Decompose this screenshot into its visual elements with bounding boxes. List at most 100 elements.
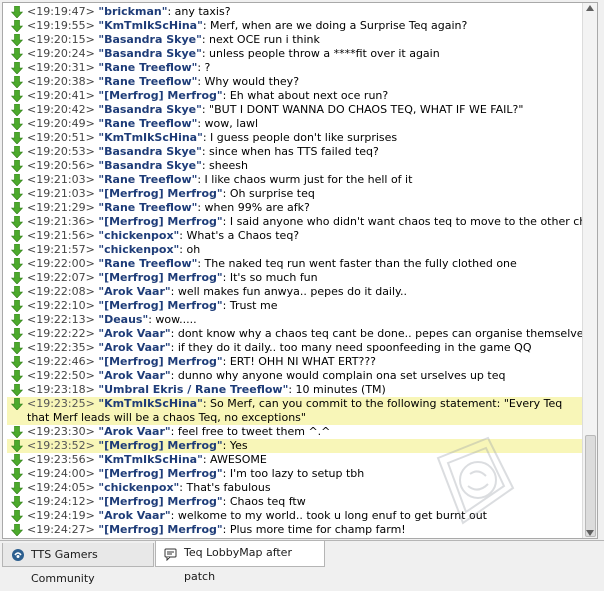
chat-message: <19:21:29> "Rane Treeflow": when 99% are… (7, 201, 582, 215)
message-sender[interactable]: "[Merfrog] Merfrog" (98, 215, 222, 228)
message-text: : It's so much fun (222, 271, 318, 284)
message-sender[interactable]: "[Merfrog] Merfrog" (98, 355, 222, 368)
message-sender[interactable]: "Arok Vaar" (98, 285, 170, 298)
message-sender[interactable]: "chickenpox" (98, 243, 179, 256)
message-sender[interactable]: "KmTmIkScHina" (98, 131, 203, 144)
message-sender[interactable]: "Deaus" (98, 313, 148, 326)
chat-message: <19:20:53> "Basandra Skye": since when h… (7, 145, 582, 159)
message-timestamp: <19:24:05> (27, 481, 95, 494)
incoming-message-arrow-icon (11, 468, 23, 480)
message-text: : Plus more time for champ farm! (222, 523, 406, 536)
chat-message: <19:21:03> "Rane Treeflow": I like chaos… (7, 173, 582, 187)
scroll-down-arrow-icon[interactable] (586, 530, 594, 536)
incoming-message-arrow-icon (11, 356, 23, 368)
chat-message: <19:22:35> "Arok Vaar": if they do it da… (7, 341, 582, 355)
message-text: : oh (179, 243, 201, 256)
message-text: : dunno why anyone would complain ona se… (170, 369, 506, 382)
message-sender[interactable]: "Arok Vaar" (98, 509, 170, 522)
message-sender[interactable]: "chickenpox" (98, 481, 179, 494)
message-sender[interactable]: "Basandra Skye" (98, 33, 202, 46)
chat-message: <19:20:24> "Basandra Skye": unless peopl… (7, 47, 582, 61)
chat-message: <19:20:15> "Basandra Skye": next OCE run… (7, 33, 582, 47)
message-text: : any taxis? (167, 5, 231, 18)
message-timestamp: <19:22:10> (27, 299, 95, 312)
message-text: : feel free to tweet them ^.^ (170, 425, 331, 438)
message-timestamp: <19:24:12> (27, 495, 95, 508)
message-text: : I said anyone who didn't want chaos te… (222, 215, 582, 228)
message-sender[interactable]: "[Merfrog] Merfrog" (98, 467, 222, 480)
message-text: : next OCE run i think (201, 33, 320, 46)
message-sender[interactable]: "Arok Vaar" (98, 369, 170, 382)
chat-message: <19:21:03> "[Merfrog] Merfrog": Oh surpr… (7, 187, 582, 201)
incoming-message-arrow-icon (11, 398, 23, 410)
message-text: : since when has TTS failed teq? (201, 145, 379, 158)
message-sender[interactable]: "Rane Treeflow" (98, 61, 197, 74)
message-sender[interactable]: "KmTmIkScHina" (98, 453, 203, 466)
message-sender[interactable]: "KmTmIkScHina" (98, 397, 203, 410)
message-sender[interactable]: "Rane Treeflow" (98, 75, 197, 88)
tab-server[interactable]: TTS Gamers Community (2, 543, 154, 585)
message-timestamp: <19:20:49> (27, 117, 95, 130)
message-timestamp: <19:19:47> (27, 5, 95, 18)
message-sender[interactable]: "[Merfrog] Merfrog" (98, 89, 222, 102)
message-sender[interactable]: "KmTmIkScHina" (98, 19, 203, 32)
chat-log-panel[interactable]: <19:19:47> "brickman": any taxis? <19:19:… (2, 2, 598, 539)
message-sender[interactable]: "Rane Treeflow" (98, 257, 197, 270)
message-sender[interactable]: "Arok Vaar" (98, 425, 170, 438)
message-timestamp: <19:21:03> (27, 187, 95, 200)
incoming-message-arrow-icon (11, 524, 23, 536)
message-sender[interactable]: "Rane Treeflow" (98, 173, 197, 186)
message-text: : ? (197, 61, 211, 74)
message-sender[interactable]: "[Merfrog] Merfrog" (98, 495, 222, 508)
message-sender[interactable]: "[Merfrog] Merfrog" (98, 187, 222, 200)
message-sender[interactable]: "[Merfrog] Merfrog" (98, 523, 222, 536)
incoming-message-arrow-icon (11, 496, 23, 508)
message-timestamp: <19:20:53> (27, 145, 95, 158)
scroll-up-arrow-icon[interactable] (586, 5, 594, 11)
message-timestamp: <19:20:51> (27, 131, 95, 144)
message-sender[interactable]: "Umbral Ekris / Rane Treeflow" (98, 383, 288, 396)
message-sender[interactable]: "Arok Vaar" (98, 341, 170, 354)
message-sender[interactable]: "Basandra Skye" (98, 47, 202, 60)
message-timestamp: <19:23:52> (27, 439, 95, 452)
message-text: : What's a Chaos teq? (179, 229, 300, 242)
message-sender[interactable]: "Rane Treeflow" (98, 201, 197, 214)
message-text: : That's fabulous (179, 481, 271, 494)
teamspeak-watermark-icon (436, 436, 515, 525)
message-text: : "BUT I DONT WANNA DO CHAOS TEQ, WHAT I… (201, 103, 524, 116)
incoming-message-arrow-icon (11, 272, 23, 284)
message-text: : Merf, when are we doing a Surprise Teq… (202, 19, 468, 32)
chat-message: <19:22:07> "[Merfrog] Merfrog": It's so … (7, 271, 582, 285)
message-sender[interactable]: "[Merfrog] Merfrog" (98, 299, 222, 312)
message-sender[interactable]: "Arok Vaar" (98, 327, 170, 340)
incoming-message-arrow-icon (11, 48, 23, 60)
incoming-message-arrow-icon (11, 216, 23, 228)
message-sender[interactable]: "brickman" (98, 5, 167, 18)
tab-channel-chat[interactable]: Teq LobbyMap after patch (155, 541, 325, 583)
chat-message: <19:22:50> "Arok Vaar": dunno why anyone… (7, 369, 582, 383)
message-sender[interactable]: "[Merfrog] Merfrog" (98, 271, 222, 284)
incoming-message-arrow-icon (11, 426, 23, 438)
chat-message: <19:20:56> "Basandra Skye": sheesh (7, 159, 582, 173)
incoming-message-arrow-icon (11, 342, 23, 354)
message-timestamp: <19:20:24> (27, 47, 95, 60)
message-sender[interactable]: "Basandra Skye" (98, 159, 202, 172)
message-sender[interactable]: "Basandra Skye" (98, 145, 202, 158)
message-text: : when 99% are afk? (197, 201, 310, 214)
message-text: : Why would they? (197, 75, 300, 88)
message-sender[interactable]: "Basandra Skye" (98, 103, 202, 116)
message-sender[interactable]: "Rane Treeflow" (98, 117, 197, 130)
incoming-message-arrow-icon (11, 174, 23, 186)
vertical-scrollbar[interactable] (582, 3, 597, 538)
message-sender[interactable]: "[Merfrog] Merfrog" (98, 439, 222, 452)
incoming-message-arrow-icon (11, 258, 23, 270)
incoming-message-arrow-icon (11, 286, 23, 298)
message-sender[interactable]: "chickenpox" (98, 229, 179, 242)
message-text: : 10 minutes (TM) (288, 383, 386, 396)
incoming-message-arrow-icon (11, 34, 23, 46)
message-timestamp: <19:21:03> (27, 173, 95, 186)
message-text: : I'm too lazy to setup tbh (222, 467, 365, 480)
incoming-message-arrow-icon (11, 440, 23, 452)
incoming-message-arrow-icon (11, 314, 23, 326)
scrollbar-thumb[interactable] (585, 435, 596, 537)
